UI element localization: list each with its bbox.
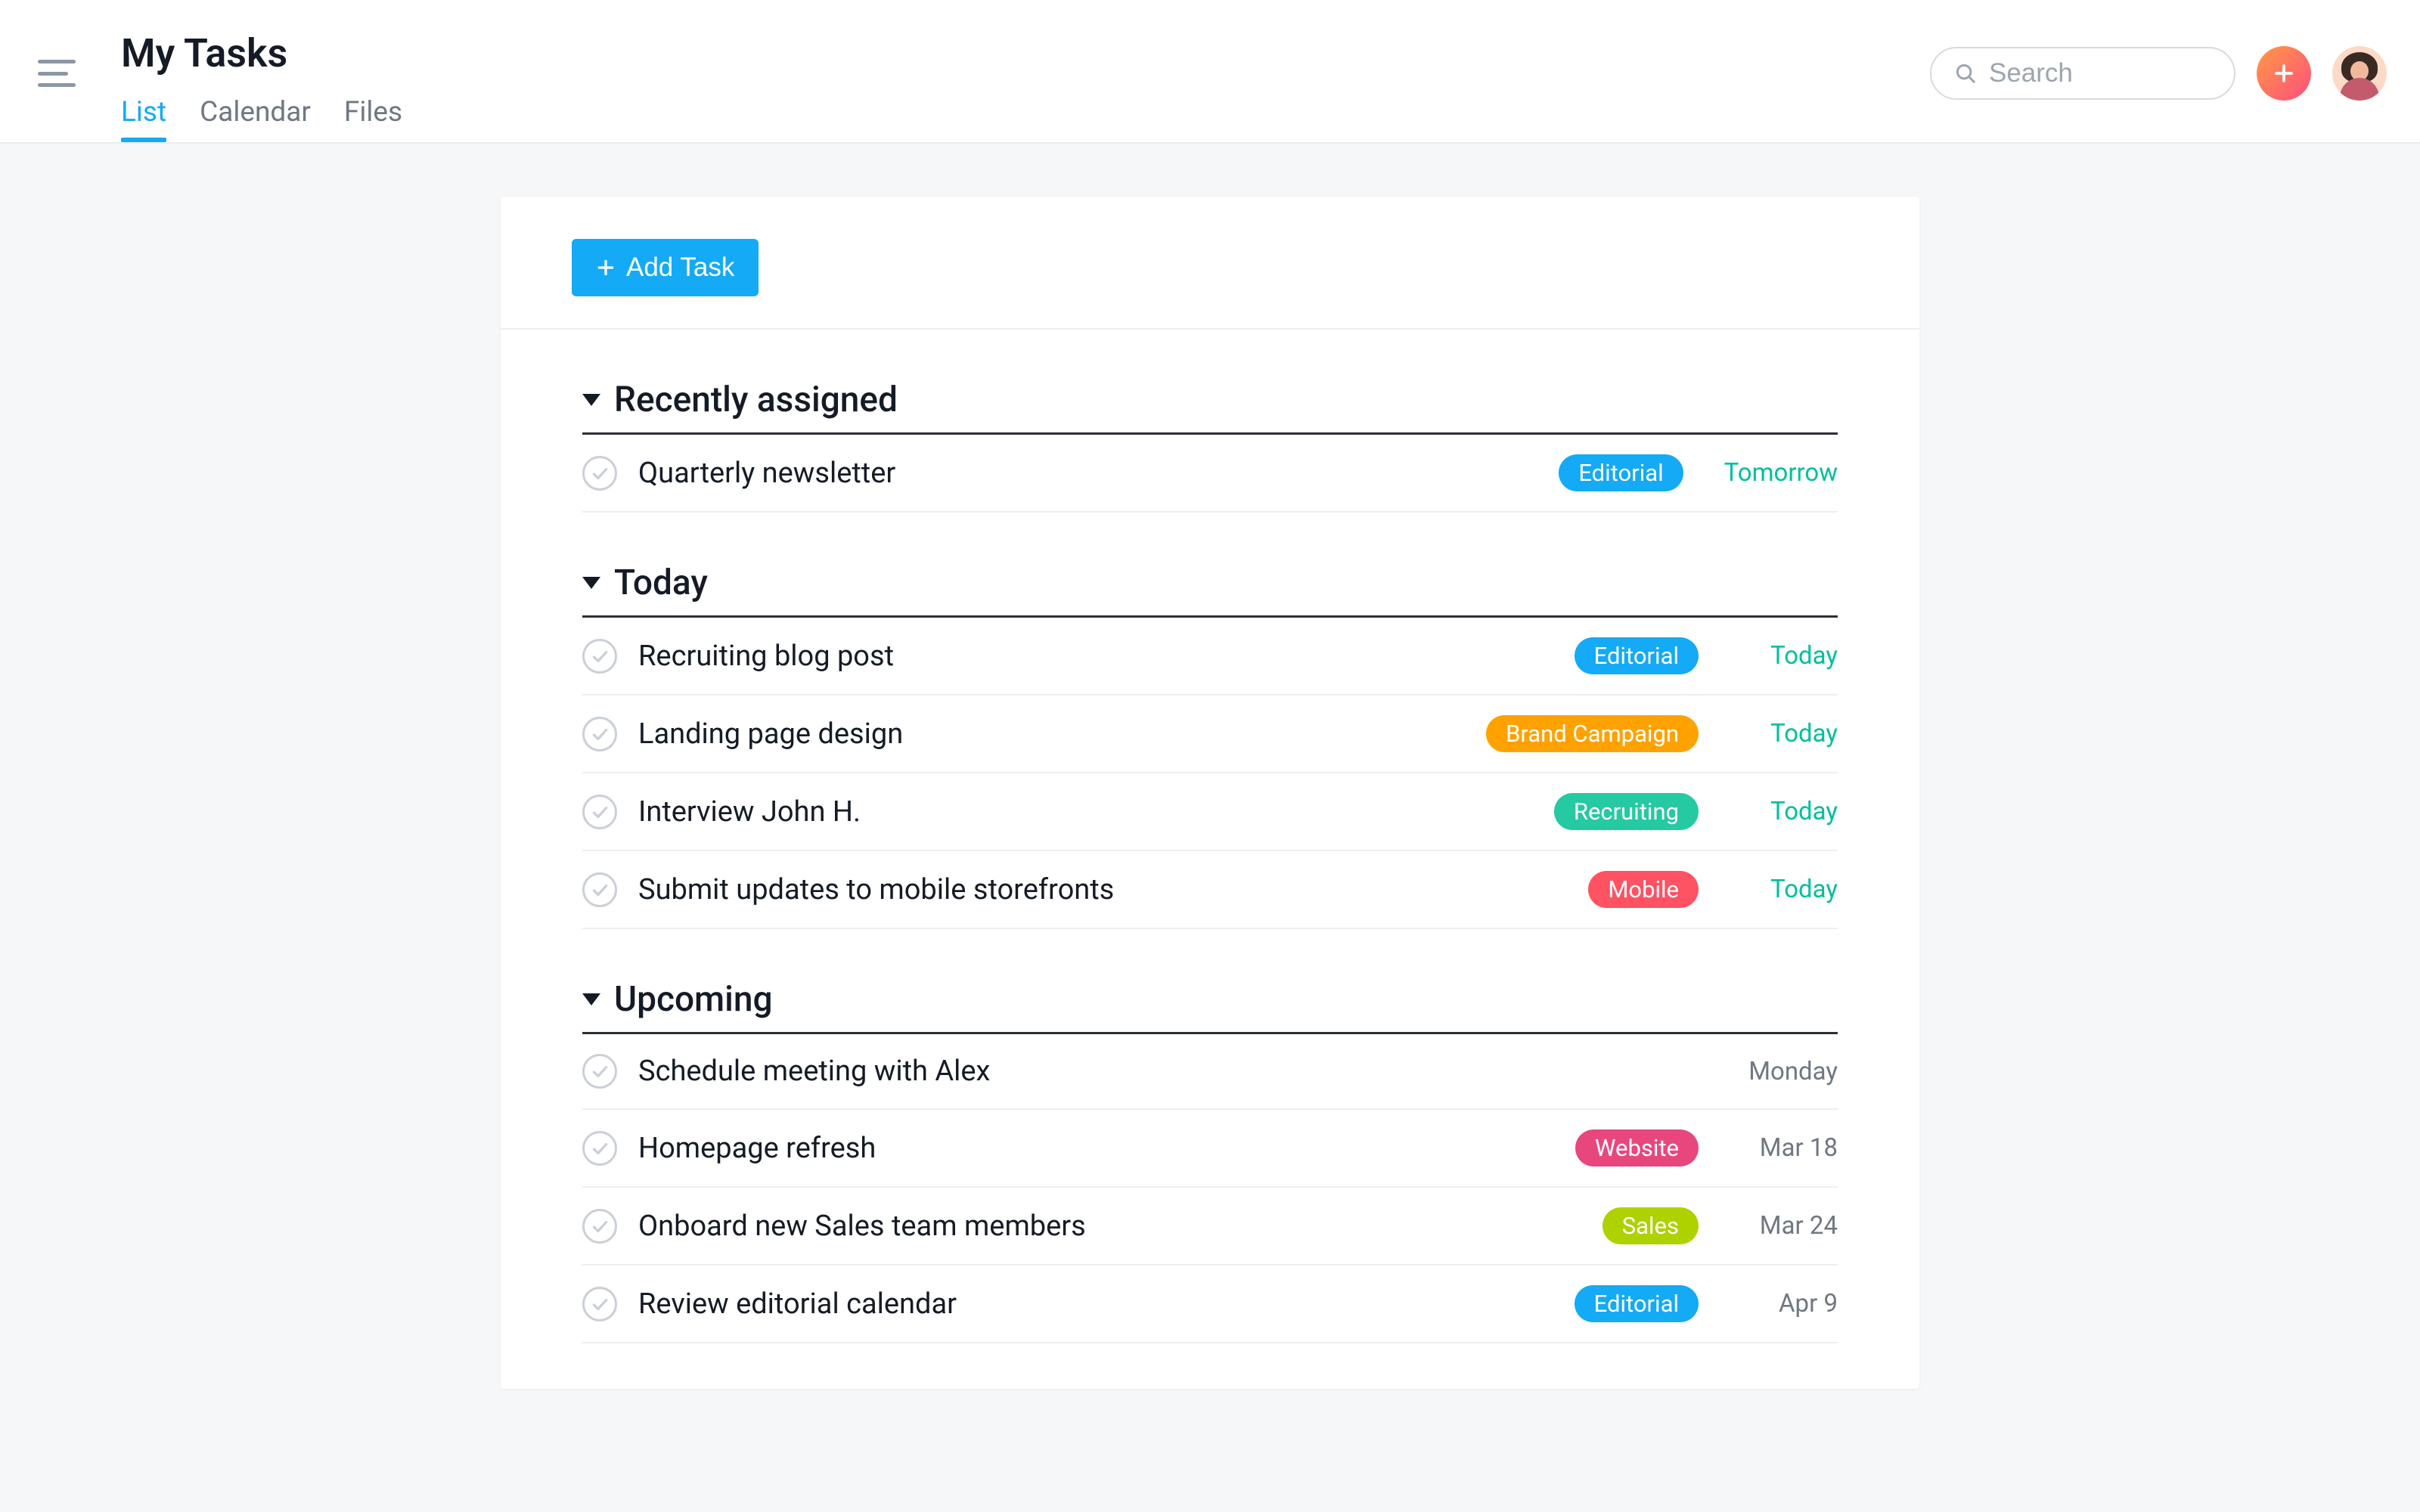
task-tag[interactable]: Editorial: [1559, 454, 1683, 491]
task-row[interactable]: Submit updates to mobile storefronts Mobi…: [582, 851, 1838, 929]
caret-down-icon: [582, 394, 600, 406]
complete-checkbox[interactable]: [582, 1287, 617, 1321]
task-tag[interactable]: Website: [1575, 1129, 1699, 1167]
task-due: Today: [1739, 797, 1838, 826]
complete-checkbox[interactable]: [582, 456, 617, 491]
add-task-button[interactable]: Add Task: [572, 239, 759, 296]
task-name: Homepage refresh: [638, 1132, 1554, 1165]
section-header[interactable]: Today: [582, 562, 1838, 618]
caret-down-icon: [582, 577, 600, 589]
task-tag[interactable]: Editorial: [1575, 637, 1699, 674]
task-row[interactable]: Onboard new Sales team members Sales Mar 2…: [582, 1188, 1838, 1266]
complete-checkbox[interactable]: [582, 872, 617, 907]
plus-icon: [2273, 62, 2295, 85]
section-header[interactable]: Upcoming: [582, 979, 1838, 1034]
task-row[interactable]: Review editorial calendar Editorial Apr 9: [582, 1266, 1838, 1343]
view-tabs: List Calendar Files: [121, 96, 1930, 142]
complete-checkbox[interactable]: [582, 1131, 617, 1166]
task-tag[interactable]: Sales: [1602, 1207, 1699, 1244]
complete-checkbox[interactable]: [582, 1209, 617, 1244]
complete-checkbox[interactable]: [582, 717, 617, 751]
search-box[interactable]: [1930, 47, 2235, 100]
task-row[interactable]: Quarterly newsletter Editorial Tomorrow: [582, 435, 1838, 513]
task-due: Today: [1739, 719, 1838, 748]
task-row[interactable]: Interview John H. Recruiting Today: [582, 773, 1838, 851]
caret-down-icon: [582, 993, 600, 1005]
complete-checkbox[interactable]: [582, 795, 617, 829]
task-due: Mar 18: [1739, 1133, 1838, 1163]
task-name: Submit updates to mobile storefronts: [638, 873, 1567, 906]
task-name: Review editorial calendar: [638, 1287, 1553, 1321]
task-due: Mar 24: [1739, 1211, 1838, 1241]
global-add-button[interactable]: [2257, 46, 2311, 101]
menu-icon[interactable]: [38, 60, 76, 87]
task-row[interactable]: Homepage refresh Website Mar 18: [582, 1110, 1838, 1188]
task-due: Monday: [1739, 1057, 1838, 1086]
tab-list[interactable]: List: [121, 96, 166, 142]
task-tag[interactable]: Mobile: [1588, 871, 1699, 908]
task-name: Onboard new Sales team members: [638, 1210, 1581, 1243]
section-header[interactable]: Recently assigned: [582, 380, 1838, 435]
section-title: Today: [614, 562, 708, 603]
complete-checkbox[interactable]: [582, 1054, 617, 1089]
task-list-card: Add Task Recently assigned Quarterly news…: [501, 197, 1919, 1389]
page-title: My Tasks: [121, 30, 1930, 76]
task-due: Tomorrow: [1724, 458, 1838, 488]
task-name: Quarterly newsletter: [638, 457, 1537, 490]
add-task-label: Add Task: [626, 253, 734, 283]
topbar: My Tasks List Calendar Files: [0, 0, 2420, 144]
search-input[interactable]: [1989, 58, 2211, 88]
task-due: Today: [1739, 641, 1838, 671]
tab-calendar[interactable]: Calendar: [200, 96, 311, 142]
task-row[interactable]: Recruiting blog post Editorial Today: [582, 618, 1838, 696]
task-name: Schedule meeting with Alex: [638, 1055, 1718, 1088]
task-name: Landing page design: [638, 717, 1465, 751]
task-name: Interview John H.: [638, 795, 1533, 829]
user-avatar[interactable]: [2332, 46, 2387, 101]
plus-icon: [596, 258, 616, 277]
task-due: Today: [1739, 875, 1838, 904]
search-icon: [1954, 62, 1977, 85]
complete-checkbox[interactable]: [582, 639, 617, 674]
task-tag[interactable]: Editorial: [1575, 1285, 1699, 1322]
section-title: Recently assigned: [614, 380, 898, 420]
task-tag[interactable]: Recruiting: [1554, 793, 1699, 830]
tab-files[interactable]: Files: [344, 96, 402, 142]
task-row[interactable]: Schedule meeting with Alex Monday: [582, 1034, 1838, 1110]
section-title: Upcoming: [614, 979, 773, 1020]
task-row[interactable]: Landing page design Brand Campaign Today: [582, 696, 1838, 773]
task-tag[interactable]: Brand Campaign: [1486, 715, 1699, 752]
task-name: Recruiting blog post: [638, 640, 1553, 673]
task-due: Apr 9: [1739, 1289, 1838, 1318]
